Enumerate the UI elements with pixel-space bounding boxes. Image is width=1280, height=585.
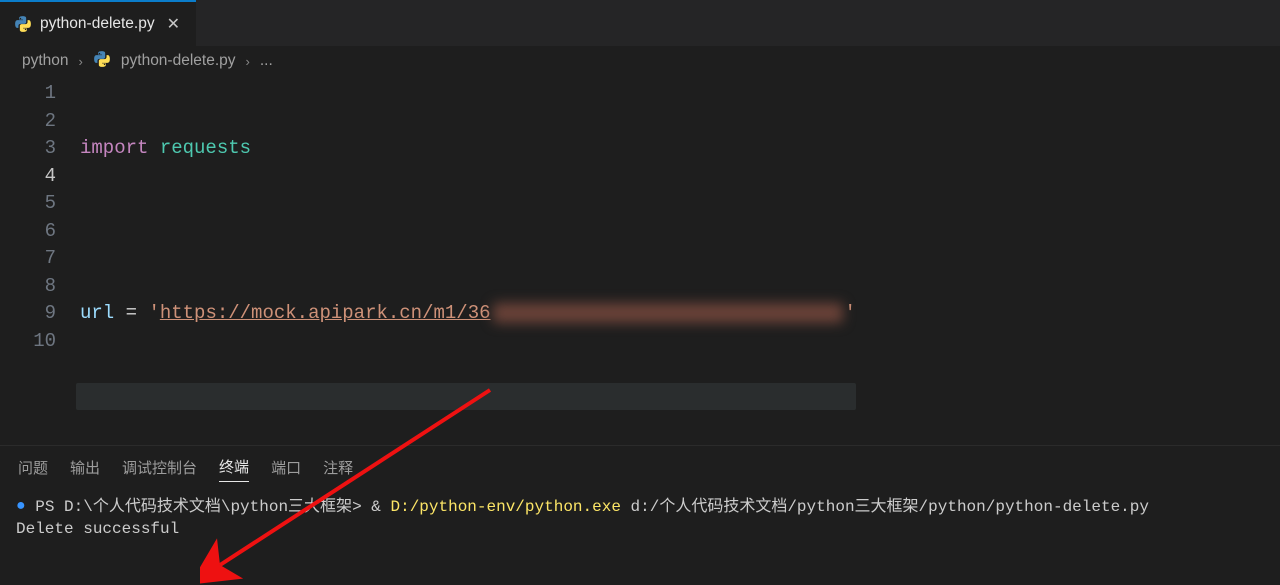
tab-comments[interactable]: 注释: [323, 457, 353, 482]
line-number: 9: [0, 300, 56, 328]
panel-tab-bar: 问题 输出 调试控制台 终端 端口 注释: [0, 446, 1280, 490]
tab-problems[interactable]: 问题: [18, 457, 48, 482]
line-number: 5: [0, 190, 56, 218]
tab-debug-console[interactable]: 调试控制台: [122, 457, 197, 482]
line-number: 1: [0, 80, 56, 108]
line-number: 8: [0, 273, 56, 301]
terminal-output-line: Delete successful: [16, 518, 1264, 540]
python-file-icon: [14, 15, 32, 33]
line-number: 4: [0, 163, 56, 191]
breadcrumb-symbol[interactable]: ...: [260, 52, 273, 70]
editor-tab-bar: python-delete.py ✕: [0, 0, 1280, 46]
line-number: 3: [0, 135, 56, 163]
breadcrumb: python › python-delete.py › ...: [0, 46, 1280, 76]
line-number: 7: [0, 245, 56, 273]
tab-terminal[interactable]: 终端: [219, 456, 249, 482]
terminal[interactable]: ● PS D:\个人代码技术文档\python三大框架> & D:/python…: [0, 490, 1280, 540]
tab-filename: python-delete.py: [40, 15, 155, 33]
tab-ports[interactable]: 端口: [271, 457, 301, 482]
line-number: 2: [0, 108, 56, 136]
breadcrumb-folder[interactable]: python: [22, 52, 69, 70]
breadcrumb-file[interactable]: python-delete.py: [121, 52, 236, 70]
terminal-line: ● PS D:\个人代码技术文档\python三大框架> & D:/python…: [16, 496, 1264, 518]
python-file-icon: [93, 50, 111, 73]
chevron-right-icon: ›: [79, 54, 83, 69]
redacted-region: [493, 303, 843, 323]
line-number: 10: [0, 328, 56, 356]
editor-tab-active[interactable]: python-delete.py ✕: [0, 0, 196, 46]
close-icon[interactable]: ✕: [163, 12, 184, 36]
prompt-bullet-icon: ●: [16, 497, 26, 515]
tab-output[interactable]: 输出: [70, 457, 100, 482]
chevron-right-icon: ›: [246, 54, 250, 69]
bottom-panel: 问题 输出 调试控制台 终端 端口 注释 ● PS D:\个人代码技术文档\py…: [0, 445, 1280, 585]
line-number: 6: [0, 218, 56, 246]
